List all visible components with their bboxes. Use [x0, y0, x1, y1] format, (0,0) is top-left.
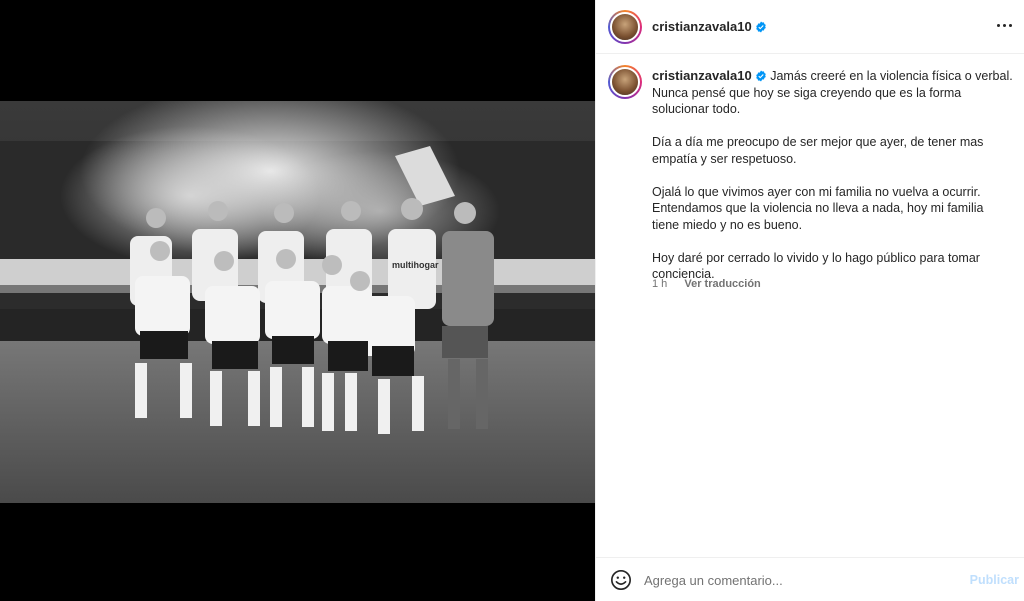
caption-text: cristianzavala10 Jamás creeré en la viol… — [652, 68, 1014, 299]
comment-input[interactable] — [644, 568, 944, 592]
post-header: cristianzavala10 — [596, 0, 1024, 54]
more-options-icon[interactable] — [993, 14, 1015, 36]
post-time[interactable]: 1 h — [652, 278, 667, 290]
post-panel: cristianzavala10 cristianzavala10 Jamás … — [595, 0, 1024, 601]
verified-icon — [755, 21, 766, 33]
team-photo[interactable]: multihogar — [0, 101, 595, 503]
sponsor-text: multihogar — [392, 260, 439, 270]
avatar[interactable] — [608, 10, 642, 44]
translate-link[interactable]: Ver traducción — [684, 278, 760, 290]
post-meta: 1 h Ver traducción — [652, 278, 761, 290]
username-text[interactable]: cristianzavala10 — [652, 19, 752, 34]
caption-avatar[interactable] — [608, 65, 642, 99]
comment-bar: Publicar — [596, 557, 1024, 601]
emoji-icon[interactable] — [610, 569, 632, 591]
caption-paragraph: Día a día me preocupo de ser mejor que a… — [652, 135, 984, 166]
verified-icon — [755, 70, 766, 82]
username[interactable]: cristianzavala10 — [652, 19, 767, 34]
post-media: multihogar — [0, 0, 595, 601]
caption-paragraph: Ojalá lo que vivimos ayer con mi familia… — [652, 184, 984, 232]
publish-button[interactable]: Publicar — [970, 573, 1019, 587]
caption-username[interactable]: cristianzavala10 — [652, 68, 752, 83]
